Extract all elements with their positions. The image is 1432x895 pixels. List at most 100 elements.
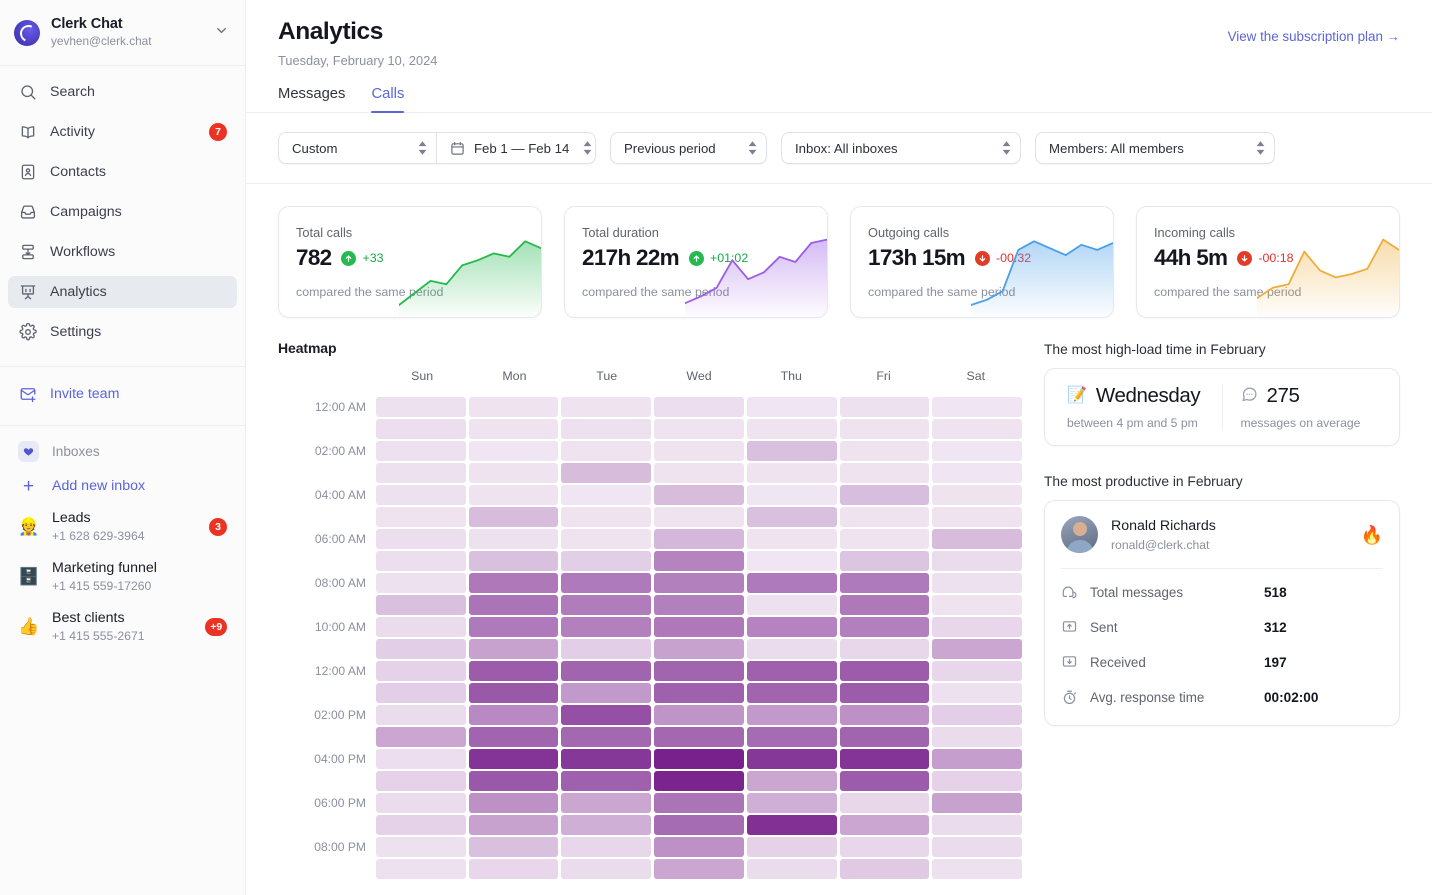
heatmap-cell[interactable] xyxy=(746,749,837,769)
heatmap-cell[interactable] xyxy=(746,485,837,505)
heatmap-cell[interactable] xyxy=(654,595,744,615)
heatmap-cell[interactable] xyxy=(932,507,1023,527)
heatmap-cell[interactable] xyxy=(654,727,744,747)
heatmap-cell[interactable] xyxy=(746,705,837,725)
heatmap-cell[interactable] xyxy=(468,485,559,505)
heatmap-cell[interactable] xyxy=(468,507,559,527)
workspace-switcher[interactable]: Clerk Chat yevhen@clerk.chat xyxy=(0,0,245,66)
heatmap-cell[interactable] xyxy=(561,551,652,571)
heatmap-cell[interactable] xyxy=(932,771,1023,791)
heatmap-cell[interactable] xyxy=(654,485,744,505)
heatmap-cell[interactable] xyxy=(468,837,559,857)
heatmap-cell[interactable] xyxy=(561,749,652,769)
heatmap-cell[interactable] xyxy=(839,859,930,879)
heatmap-cell[interactable] xyxy=(746,771,837,791)
heatmap-cell[interactable] xyxy=(468,683,559,703)
heatmap-cell[interactable] xyxy=(376,573,466,593)
heatmap-cell[interactable] xyxy=(561,837,652,857)
heatmap-cell[interactable] xyxy=(654,837,744,857)
heatmap-cell[interactable] xyxy=(839,727,930,747)
heatmap-cell[interactable] xyxy=(376,419,466,439)
heatmap-cell[interactable] xyxy=(746,815,837,835)
heatmap-cell[interactable] xyxy=(376,617,466,637)
inbox-item[interactable]: 👍 Best clients +1 415 555-2671 +9 xyxy=(8,602,237,652)
heatmap-cell[interactable] xyxy=(376,507,466,527)
heatmap-cell[interactable] xyxy=(839,815,930,835)
heatmap-cell[interactable] xyxy=(839,771,930,791)
heatmap-cell[interactable] xyxy=(839,749,930,769)
sidebar-item-search[interactable]: Search xyxy=(8,76,237,108)
heatmap-cell[interactable] xyxy=(839,485,930,505)
heatmap-cell[interactable] xyxy=(654,617,744,637)
heatmap-cell[interactable] xyxy=(376,639,466,659)
heatmap-cell[interactable] xyxy=(839,683,930,703)
heatmap-cell[interactable] xyxy=(932,419,1023,439)
heatmap-cell[interactable] xyxy=(468,771,559,791)
heatmap-cell[interactable] xyxy=(376,771,466,791)
heatmap-cell[interactable] xyxy=(746,793,837,813)
heatmap-cell[interactable] xyxy=(932,727,1023,747)
heatmap-cell[interactable] xyxy=(654,859,744,879)
heatmap-cell[interactable] xyxy=(561,639,652,659)
heatmap-cell[interactable] xyxy=(932,639,1023,659)
heatmap-cell[interactable] xyxy=(561,485,652,505)
heatmap-cell[interactable] xyxy=(932,397,1023,417)
sidebar-item-contacts[interactable]: Contacts xyxy=(8,156,237,188)
chevron-down-icon[interactable] xyxy=(214,23,231,43)
heatmap-cell[interactable] xyxy=(654,573,744,593)
heatmap-cell[interactable] xyxy=(468,595,559,615)
heatmap-cell[interactable] xyxy=(376,441,466,461)
heatmap-cell[interactable] xyxy=(561,573,652,593)
heatmap-cell[interactable] xyxy=(839,639,930,659)
date-range-select[interactable]: Feb 1 — Feb 14 xyxy=(436,132,596,164)
heatmap-cell[interactable] xyxy=(932,485,1023,505)
sidebar-item-analytics[interactable]: Analytics xyxy=(8,276,237,308)
heatmap-cell[interactable] xyxy=(561,771,652,791)
heatmap-cell[interactable] xyxy=(468,793,559,813)
heatmap-cell[interactable] xyxy=(561,683,652,703)
heatmap-cell[interactable] xyxy=(746,507,837,527)
heatmap-cell[interactable] xyxy=(654,551,744,571)
heatmap-cell[interactable] xyxy=(654,815,744,835)
heatmap-cell[interactable] xyxy=(839,507,930,527)
heatmap-cell[interactable] xyxy=(839,551,930,571)
heatmap-cell[interactable] xyxy=(376,705,466,725)
heatmap-cell[interactable] xyxy=(654,529,744,549)
tab-calls[interactable]: Calls xyxy=(371,86,404,113)
heatmap-cell[interactable] xyxy=(468,463,559,483)
heatmap-cell[interactable] xyxy=(839,463,930,483)
heatmap-cell[interactable] xyxy=(468,397,559,417)
heatmap-cell[interactable] xyxy=(654,397,744,417)
sidebar-item-settings[interactable]: Settings xyxy=(8,316,237,348)
heatmap-cell[interactable] xyxy=(654,507,744,527)
add-new-inbox-button[interactable]: + Add new inbox xyxy=(8,470,237,502)
tab-messages[interactable]: Messages xyxy=(278,86,345,113)
heatmap-cell[interactable] xyxy=(839,705,930,725)
heatmap-cell[interactable] xyxy=(839,529,930,549)
heatmap-cell[interactable] xyxy=(746,573,837,593)
heatmap-cell[interactable] xyxy=(932,573,1023,593)
heatmap-cell[interactable] xyxy=(468,551,559,571)
heatmap-cell[interactable] xyxy=(376,595,466,615)
heatmap-cell[interactable] xyxy=(746,419,837,439)
heatmap-cell[interactable] xyxy=(561,815,652,835)
heatmap-cell[interactable] xyxy=(746,441,837,461)
heatmap-cell[interactable] xyxy=(932,463,1023,483)
heatmap-cell[interactable] xyxy=(468,617,559,637)
heatmap-cell[interactable] xyxy=(932,595,1023,615)
heatmap-cell[interactable] xyxy=(468,419,559,439)
heatmap-cell[interactable] xyxy=(376,661,466,681)
heatmap-cell[interactable] xyxy=(839,617,930,637)
heatmap-cell[interactable] xyxy=(932,617,1023,637)
sidebar-item-activity[interactable]: Activity 7 xyxy=(8,116,237,148)
range-preset-select[interactable]: Custom xyxy=(278,132,436,164)
heatmap-cell[interactable] xyxy=(932,661,1023,681)
view-subscription-plan-link[interactable]: View the subscription plan → xyxy=(1228,29,1400,44)
heatmap-cell[interactable] xyxy=(376,551,466,571)
members-select[interactable]: Members: All members xyxy=(1035,132,1275,164)
heatmap-cell[interactable] xyxy=(932,793,1023,813)
heatmap-cell[interactable] xyxy=(468,639,559,659)
heatmap-cell[interactable] xyxy=(839,419,930,439)
heatmap-cell[interactable] xyxy=(376,529,466,549)
heatmap-cell[interactable] xyxy=(932,815,1023,835)
